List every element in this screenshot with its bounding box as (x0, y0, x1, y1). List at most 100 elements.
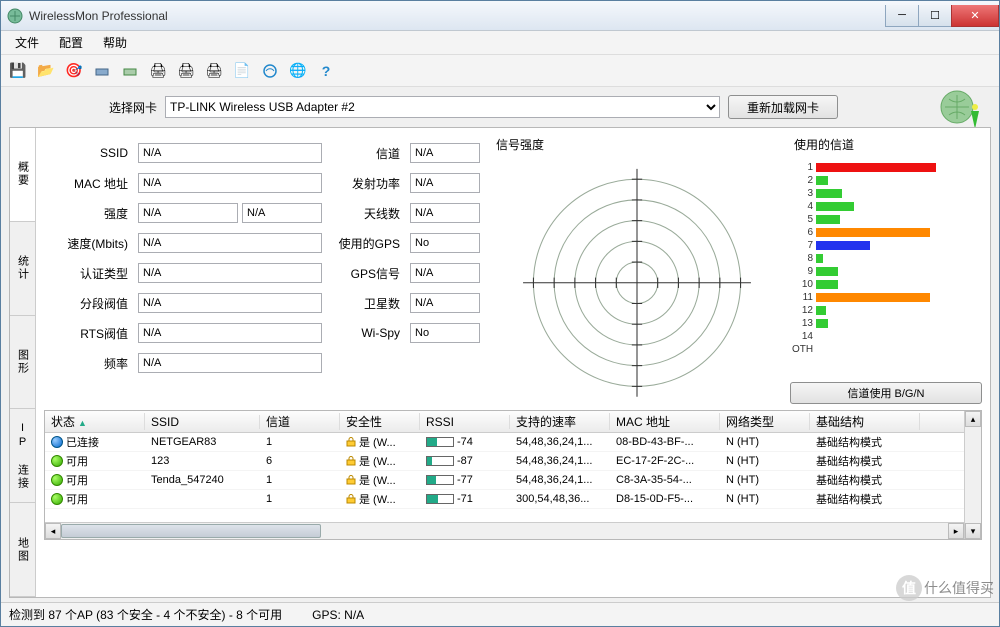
channel-bar (816, 254, 823, 263)
tab-map[interactable]: 地图 (10, 503, 35, 597)
save-icon[interactable]: 💾 (7, 60, 29, 82)
col-rssi[interactable]: RSSI (420, 415, 510, 429)
cell-infra: 基础结构模式 (810, 472, 920, 488)
wispy-value: No (410, 323, 480, 343)
ssid-label: SSID (44, 146, 134, 160)
mac-value: N/A (138, 173, 322, 193)
cell-rates: 54,48,36,24,1... (510, 436, 610, 448)
sat-value: N/A (410, 293, 480, 313)
print2-icon[interactable]: 🖨 (175, 60, 197, 82)
channel-bar-row: 10 (792, 278, 980, 291)
channel-label: 信道 (326, 145, 406, 162)
adapter-label: 选择网卡 (109, 99, 157, 116)
table-row[interactable]: 可用1 是 (W... -71300,54,48,36...D8-15-0D-F… (45, 490, 964, 509)
scroll-thumb[interactable] (61, 524, 321, 538)
menubar: 文件 配置 帮助 (1, 31, 999, 55)
sort-asc-icon: ▲ (78, 418, 87, 428)
cell-nettype: N (HT) (720, 455, 810, 467)
cell-rates: 54,48,36,24,1... (510, 455, 610, 467)
adapter-select[interactable]: TP-LINK Wireless USB Adapter #2 (165, 96, 720, 118)
status-text: 可用 (66, 453, 88, 469)
table-row[interactable]: 已连接NETGEAR831 是 (W... -7454,48,36,24,1..… (45, 433, 964, 452)
target-icon[interactable]: 🎯 (63, 60, 85, 82)
cell-rssi: -87 (420, 455, 510, 467)
freq-label: 频率 (44, 355, 134, 372)
app-logo-icon (937, 81, 989, 133)
col-mac[interactable]: MAC 地址 (610, 413, 720, 430)
print1-icon[interactable]: 🖨 (147, 60, 169, 82)
menu-file[interactable]: 文件 (7, 32, 47, 53)
status-dot-icon (51, 436, 63, 448)
scroll-down-icon[interactable]: ▾ (965, 523, 981, 539)
cell-mac: D8-15-0D-F5-... (610, 493, 720, 505)
vertical-scrollbar[interactable]: ▴ ▾ (964, 411, 981, 539)
channel-bar (816, 215, 840, 224)
tab-ipconn[interactable]: IP 连接 (10, 409, 35, 503)
network-icon[interactable] (259, 60, 281, 82)
print3-icon[interactable]: 🖨 (203, 60, 225, 82)
adapter1-icon[interactable] (91, 60, 113, 82)
col-infra[interactable]: 基础结构 (810, 413, 920, 430)
channel-bar-row: 6 (792, 226, 980, 239)
window-buttons: ─ ☐ ✕ (886, 5, 999, 27)
channel-bar-row: 2 (792, 174, 980, 187)
menu-config[interactable]: 配置 (51, 32, 91, 53)
tab-summary[interactable]: 概要 (10, 128, 35, 222)
channel-bar-row: OTH (792, 343, 980, 356)
gpsused-label: 使用的GPS (326, 235, 406, 252)
reload-adapter-button[interactable]: 重新加载网卡 (728, 95, 838, 119)
channels-title: 使用的信道 (794, 136, 982, 153)
open-icon[interactable]: 📂 (35, 60, 57, 82)
channel-number: 13 (792, 318, 816, 329)
channel-number: 1 (792, 162, 816, 173)
horizontal-scrollbar[interactable]: ◂ ▸ (45, 522, 964, 539)
scroll-left-icon[interactable]: ◂ (45, 523, 61, 539)
cell-rssi: -77 (420, 474, 510, 486)
channel-bar-row: 5 (792, 213, 980, 226)
maximize-button[interactable]: ☐ (918, 5, 952, 27)
channel-bar (816, 228, 930, 237)
close-button[interactable]: ✕ (951, 5, 999, 27)
channel-bar (816, 280, 838, 289)
minimize-button[interactable]: ─ (885, 5, 919, 27)
channel-mode-button[interactable]: 信道使用 B/G/N (790, 382, 982, 404)
adapter2-icon[interactable] (119, 60, 141, 82)
radar-title: 信号强度 (496, 136, 782, 153)
statusbar: 检测到 87 个AP (83 个安全 - 4 个不安全) - 8 个可用 GPS… (1, 602, 999, 626)
col-security[interactable]: 安全性 (340, 413, 420, 430)
menu-help[interactable]: 帮助 (95, 32, 135, 53)
cell-nettype: N (HT) (720, 474, 810, 486)
col-status[interactable]: 状态▲ (45, 413, 145, 430)
globe-icon[interactable]: 🌐 (287, 60, 309, 82)
auth-value: N/A (138, 263, 322, 283)
help-icon[interactable]: ? (315, 60, 337, 82)
channel-bar-row: 14 (792, 330, 980, 343)
cell-rssi: -71 (420, 493, 510, 505)
tab-graph[interactable]: 图形 (10, 316, 35, 410)
channels-section: 使用的信道 1234567891011121314OTH 信道使用 B/G/N (790, 134, 982, 404)
gpsused-value: No (410, 233, 480, 253)
cell-nettype: N (HT) (720, 493, 810, 505)
field-grid: SSID N/A 信道 N/A MAC 地址 N/A 发射功率 N/A 强度 N… (44, 134, 484, 404)
upper-section: SSID N/A 信道 N/A MAC 地址 N/A 发射功率 N/A 强度 N… (44, 134, 982, 404)
scroll-up-icon[interactable]: ▴ (965, 411, 981, 427)
scroll-right-icon[interactable]: ▸ (948, 523, 964, 539)
app-icon (7, 8, 23, 24)
col-channel[interactable]: 信道 (260, 413, 340, 430)
cell-mac: EC-17-2F-2C-... (610, 455, 720, 467)
table-row[interactable]: 可用Tenda_5472401 是 (W... -7754,48,36,24,1… (45, 471, 964, 490)
col-rates[interactable]: 支持的速率 (510, 413, 610, 430)
channel-bar-row: 11 (792, 291, 980, 304)
document-icon[interactable]: 📄 (231, 60, 253, 82)
col-nettype[interactable]: 网络类型 (720, 413, 810, 430)
rts-label: RTS阀值 (44, 325, 134, 342)
table-row[interactable]: 可用1236 是 (W... -8754,48,36,24,1...EC-17-… (45, 452, 964, 471)
channel-bar-row: 12 (792, 304, 980, 317)
channel-bar (816, 163, 936, 172)
tab-stats[interactable]: 统计 (10, 222, 35, 316)
status-dot-icon (51, 474, 63, 486)
col-ssid[interactable]: SSID (145, 415, 260, 429)
channel-number: 4 (792, 201, 816, 212)
txpower-label: 发射功率 (326, 175, 406, 192)
lock-icon (346, 456, 356, 466)
